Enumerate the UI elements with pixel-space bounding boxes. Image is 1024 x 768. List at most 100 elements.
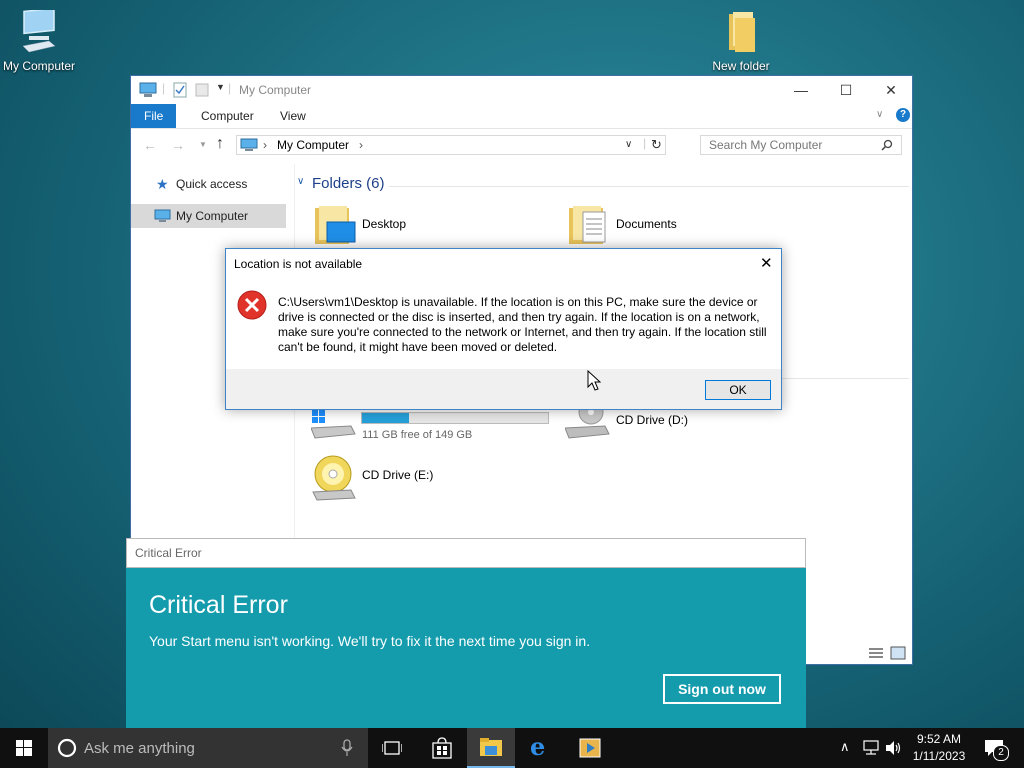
breadcrumb-chevron-icon: › (263, 138, 267, 152)
search-placeholder: Search My Computer (709, 138, 823, 152)
cd-drive-e[interactable]: CD Drive (E:) (311, 454, 511, 504)
notification-badge: 2 (993, 745, 1009, 761)
desktop-icon-new-folder[interactable]: New folder (696, 10, 786, 73)
cortana-search-box[interactable]: Ask me anything (48, 728, 368, 768)
clock[interactable]: 9:52 AM 1/11/2023 (910, 731, 968, 765)
folder-label: Documents (616, 217, 677, 231)
clock-time: 9:52 AM (916, 732, 962, 746)
desktop-icon-label: My Computer (2, 59, 76, 73)
sign-out-button[interactable]: Sign out now (663, 674, 781, 704)
breadcrumb-chevron-icon[interactable]: › (359, 138, 363, 152)
nav-my-computer[interactable]: My Computer (131, 204, 286, 228)
folder-label: Desktop (362, 217, 407, 231)
close-button[interactable]: ✕ (868, 76, 914, 104)
desktop-icon-my-computer[interactable]: My Computer (0, 7, 84, 73)
start-button[interactable] (0, 728, 48, 768)
clock-date: 1/11/2023 (912, 749, 966, 763)
desktop-icon-label: New folder (712, 59, 770, 73)
critical-error-window: Critical Error Critical Error Your Start… (126, 538, 806, 730)
critical-error-heading: Critical Error (149, 591, 288, 619)
dialog-title: Location is not available (234, 257, 363, 271)
divider: | (162, 81, 166, 95)
error-icon (237, 290, 267, 320)
folder-icon (729, 12, 755, 52)
details-view-icon[interactable] (868, 646, 884, 660)
task-view-icon (382, 741, 402, 755)
action-center-button[interactable]: 2 (978, 728, 1024, 768)
address-bar[interactable]: › My Computer › ∨ | ↻ (236, 135, 666, 155)
file-explorer-button[interactable] (467, 728, 515, 768)
back-button[interactable]: ← (143, 137, 157, 153)
recent-locations-icon[interactable]: ▼ (199, 140, 207, 149)
file-explorer-icon (480, 738, 502, 756)
mouse-cursor-icon (587, 370, 601, 391)
dialog-close-icon[interactable]: ✕ (760, 254, 773, 272)
dialog-message: C:\Users\vm1\Desktop is unavailable. If … (278, 295, 767, 354)
section-divider (389, 186, 909, 187)
nav-label: Quick access (176, 177, 248, 191)
store-button[interactable] (418, 728, 466, 768)
taskbar: Ask me anything e ∧ 9:52 AM 1/11/2023 2 (0, 728, 1024, 768)
tab-file[interactable]: File (131, 104, 177, 128)
expand-ribbon-icon[interactable]: ∨ (876, 109, 883, 120)
large-icons-view-icon[interactable] (890, 646, 906, 660)
star-icon: ★ (156, 176, 169, 192)
location-error-dialog: Location is not available ✕ C:\Users\vm1… (225, 248, 782, 410)
drive-label: CD Drive (E:) (362, 468, 434, 482)
collapse-chevron-icon[interactable]: ∨ (297, 176, 304, 187)
critical-error-titlebar[interactable]: Critical Error (126, 538, 806, 568)
computer-icon (22, 7, 56, 53)
store-icon (432, 737, 452, 759)
minimize-button[interactable]: — (778, 76, 824, 104)
tab-view[interactable]: View (267, 104, 319, 128)
computer-icon (139, 82, 157, 97)
refresh-icon[interactable]: ↻ (651, 137, 662, 153)
maximize-button[interactable]: ☐ (823, 76, 869, 104)
edge-button[interactable]: e (517, 728, 565, 768)
search-icon[interactable] (881, 139, 893, 151)
divider: | (643, 136, 647, 150)
computer-icon (154, 209, 171, 222)
media-app-button[interactable] (566, 728, 614, 768)
drive-free-space: 111 GB free of 149 GB (362, 429, 473, 441)
drive-c[interactable]: 111 GB free of 149 GB (311, 406, 551, 446)
task-view-button[interactable] (368, 728, 416, 768)
nav-label: My Computer (176, 209, 249, 223)
up-button[interactable]: ↑ (216, 135, 224, 153)
volume-icon[interactable] (885, 740, 903, 756)
show-hidden-icons[interactable]: ∧ (840, 739, 850, 755)
computer-icon (240, 138, 258, 151)
search-input[interactable]: Search My Computer (700, 135, 902, 155)
tab-computer[interactable]: Computer (188, 104, 267, 128)
address-row: ← → ▼ ↑ › My Computer › ∨ | ↻ Search My … (131, 129, 912, 163)
documents-folder-icon (569, 206, 606, 244)
forward-button[interactable]: → (171, 137, 185, 153)
drive-usage-fill (362, 413, 410, 423)
address-dropdown-icon[interactable]: ∨ (625, 139, 632, 150)
cortana-icon (57, 738, 77, 758)
folders-header[interactable]: Folders (6) (312, 175, 385, 192)
ribbon: File Computer View ∨ ? (131, 104, 912, 129)
window-title: My Computer (239, 83, 312, 97)
properties-icon[interactable] (173, 82, 187, 98)
desktop-folder-icon (315, 206, 356, 244)
help-icon[interactable]: ? (896, 108, 910, 122)
edge-icon: e (530, 732, 546, 761)
new-folder-icon[interactable] (195, 82, 209, 98)
address-path[interactable]: My Computer (277, 138, 349, 152)
media-player-icon (579, 738, 601, 758)
drive-label: CD Drive (D:) (616, 413, 688, 427)
cd-drive-icon (312, 455, 356, 501)
divider: | (228, 81, 232, 95)
nav-quick-access[interactable]: ★ Quick access (131, 172, 286, 196)
explorer-titlebar[interactable]: | ▼ | My Computer — ☐ ✕ (131, 76, 912, 104)
search-placeholder: Ask me anything (84, 740, 195, 757)
windows-drive-icon (311, 410, 356, 439)
microphone-icon[interactable] (341, 739, 353, 757)
network-icon[interactable] (862, 740, 880, 756)
windows-logo-icon (16, 740, 32, 756)
critical-error-message: Your Start menu isn't working. We'll try… (149, 633, 591, 649)
ok-button[interactable]: OK (705, 380, 771, 400)
customize-toolbar-icon[interactable]: ▼ (216, 82, 225, 92)
critical-error-body: Critical Error Your Start menu isn't wor… (126, 568, 806, 730)
